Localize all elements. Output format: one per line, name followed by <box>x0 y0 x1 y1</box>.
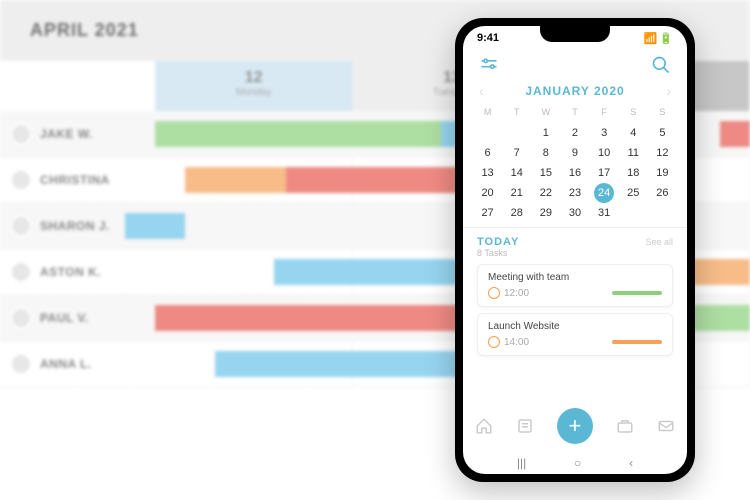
mail-icon[interactable] <box>657 417 675 435</box>
calendar-date[interactable]: 31 <box>590 203 619 223</box>
status-icons: 📶 🔋 <box>644 32 673 45</box>
person-name: PAUL V. <box>40 311 89 325</box>
today-label: TODAY <box>477 236 519 248</box>
task-bar[interactable] <box>720 121 750 147</box>
task-progress <box>612 340 662 344</box>
avatar <box>10 215 32 237</box>
person-name: ANNA L. <box>40 357 92 371</box>
phone-frame: 9:41 📶 🔋 ‹ JANUARY 2020 › MTWTFSS 123456… <box>455 18 695 482</box>
phone-screen: 9:41 📶 🔋 ‹ JANUARY 2020 › MTWTFSS 123456… <box>463 26 687 474</box>
clock-icon <box>488 287 500 299</box>
calendar-date[interactable]: 2 <box>560 123 589 143</box>
calendar-date[interactable]: 14 <box>502 163 531 183</box>
avatar <box>10 353 32 375</box>
task-bar[interactable] <box>691 259 750 285</box>
briefcase-icon[interactable] <box>616 417 634 435</box>
see-all-link[interactable]: See all <box>645 237 673 247</box>
signal-icon: 📶 <box>644 32 658 45</box>
task-time: 12:00 <box>504 288 529 299</box>
calendar-date[interactable]: 17 <box>590 163 619 183</box>
calendar-date[interactable]: 23 <box>560 183 589 203</box>
task-bar[interactable] <box>125 213 185 239</box>
calendar-date[interactable]: 15 <box>531 163 560 183</box>
task-title: Meeting with team <box>488 272 662 283</box>
avatar <box>10 261 32 283</box>
person-name: ASTON K. <box>40 265 101 279</box>
calendar-date[interactable]: 18 <box>619 163 648 183</box>
avatar <box>10 123 32 145</box>
home-button[interactable]: ○ <box>574 456 581 470</box>
task-count: 8 Tasks <box>477 248 673 258</box>
calendar-date[interactable]: 26 <box>648 183 677 203</box>
android-nav: ||| ○ ‹ <box>463 450 687 474</box>
person-name: CHRISTINA <box>40 173 110 187</box>
task-bar[interactable] <box>155 121 441 147</box>
calendar-date <box>473 123 502 143</box>
calendar-date[interactable]: 10 <box>590 143 619 163</box>
calendar-date[interactable]: 8 <box>531 143 560 163</box>
calendar-date[interactable]: 24 <box>590 183 619 203</box>
filter-icon[interactable] <box>479 55 499 75</box>
next-month[interactable]: › <box>666 83 671 99</box>
calendar-date[interactable]: 21 <box>502 183 531 203</box>
calendar-date <box>502 123 531 143</box>
calendar-date[interactable]: 11 <box>619 143 648 163</box>
home-icon[interactable] <box>475 417 493 435</box>
status-time: 9:41 <box>477 32 499 45</box>
calendar-date[interactable]: 20 <box>473 183 502 203</box>
calendar-date <box>619 203 648 223</box>
calendar-date[interactable]: 19 <box>648 163 677 183</box>
avatar <box>10 307 32 329</box>
task-card[interactable]: Launch Website 14:00 <box>477 313 673 356</box>
calendar-date[interactable]: 22 <box>531 183 560 203</box>
day-header[interactable]: 12Monday <box>155 61 353 111</box>
task-bar[interactable] <box>286 167 465 193</box>
calendar-date[interactable]: 29 <box>531 203 560 223</box>
calendar-date[interactable]: 1 <box>531 123 560 143</box>
calendar-date[interactable]: 13 <box>473 163 502 183</box>
person-name: SHARON J. <box>40 219 110 233</box>
calendar-date[interactable]: 16 <box>560 163 589 183</box>
task-card[interactable]: Meeting with team 12:00 <box>477 264 673 307</box>
weekday-row: MTWTFSS <box>463 101 687 123</box>
calendar-date[interactable]: 6 <box>473 143 502 163</box>
calendar-date[interactable]: 9 <box>560 143 589 163</box>
calendar-date[interactable]: 7 <box>502 143 531 163</box>
dates-grid: 1234567891011121314151617181920212223242… <box>463 123 687 223</box>
calendar-date[interactable]: 27 <box>473 203 502 223</box>
back-button[interactable]: ‹ <box>629 456 633 470</box>
calendar-date[interactable]: 12 <box>648 143 677 163</box>
person-name: JAKE W. <box>40 127 93 141</box>
task-progress <box>612 291 662 295</box>
clock-icon <box>488 336 500 348</box>
calendar-date[interactable]: 25 <box>619 183 648 203</box>
recent-button[interactable]: ||| <box>517 456 526 470</box>
avatar <box>10 169 32 191</box>
calendar-date[interactable]: 5 <box>648 123 677 143</box>
calendar-date[interactable]: 4 <box>619 123 648 143</box>
phone-notch <box>540 26 610 42</box>
task-title: Launch Website <box>488 321 662 332</box>
task-time: 14:00 <box>504 337 529 348</box>
calendar-date <box>648 203 677 223</box>
calendar-date[interactable]: 28 <box>502 203 531 223</box>
calendar-date[interactable]: 30 <box>560 203 589 223</box>
task-bar[interactable] <box>185 167 286 193</box>
add-button[interactable]: + <box>557 408 593 444</box>
list-icon[interactable] <box>516 417 534 435</box>
battery-icon: 🔋 <box>659 32 673 45</box>
prev-month[interactable]: ‹ <box>479 83 484 99</box>
bottom-nav: + <box>463 400 687 450</box>
calendar-date[interactable]: 3 <box>590 123 619 143</box>
search-icon[interactable] <box>651 55 671 75</box>
calendar-month: JANUARY 2020 <box>525 84 624 98</box>
